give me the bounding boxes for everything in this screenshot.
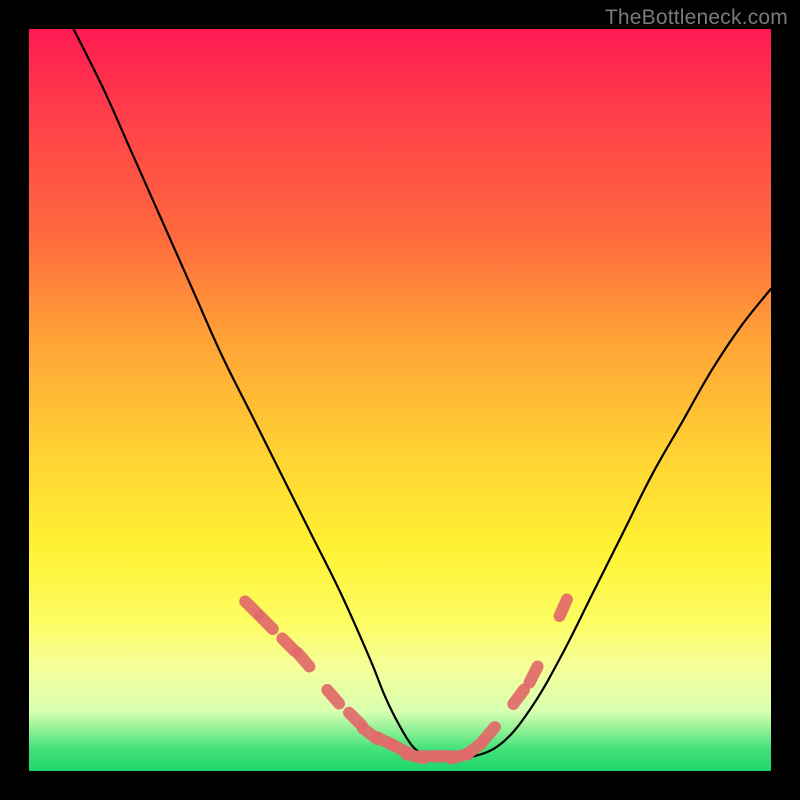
highlight-dot	[327, 690, 339, 704]
plot-area	[29, 29, 771, 771]
watermark-text: TheBottleneck.com	[605, 6, 788, 30]
highlight-dot	[483, 727, 495, 741]
chart-svg	[29, 29, 771, 771]
highlight-dot	[560, 600, 567, 617]
highlight-dot	[260, 616, 273, 629]
chart-frame: TheBottleneck.com	[0, 0, 800, 800]
highlight-dot	[298, 653, 310, 667]
highlight-dots	[245, 600, 567, 759]
bottleneck-curve	[74, 29, 772, 757]
highlight-dot	[530, 667, 538, 683]
highlight-dot	[513, 690, 524, 704]
